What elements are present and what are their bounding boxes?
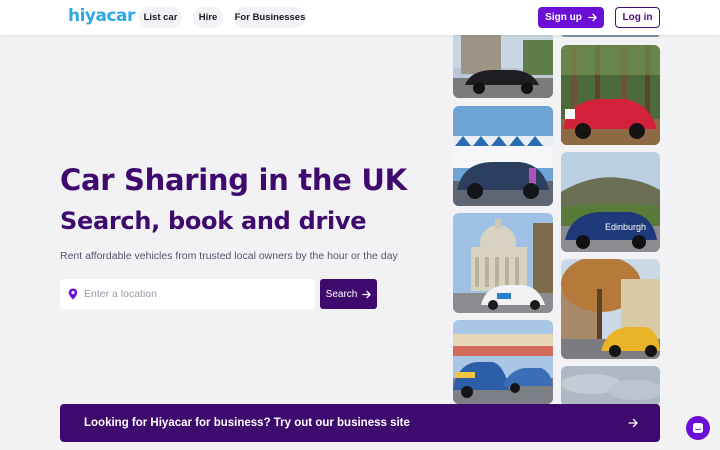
location-input[interactable]: [84, 288, 294, 300]
gallery-photo-edinburgh-car: Edinburgh: [561, 152, 660, 252]
business-site-banner[interactable]: Looking for Hiyacar for business? Try ou…: [60, 404, 660, 442]
hero-subtitle: Search, book and drive: [60, 207, 367, 235]
arrow-right-icon: [588, 13, 597, 22]
nav-hire[interactable]: Hire: [193, 7, 223, 28]
hiyacar-logo[interactable]: hiyacar: [68, 6, 135, 26]
top-navigation-bar: hiyacar List car Hire For Businesses Sig…: [0, 0, 720, 35]
hero-title: Car Sharing in the UK: [60, 163, 407, 197]
gallery-photo-blue-car-beach-huts: [453, 106, 553, 206]
nav-list-car[interactable]: List car: [139, 7, 182, 28]
map-pin-icon: [68, 288, 78, 300]
arrow-right-icon: [628, 418, 638, 428]
location-search-box: [60, 279, 315, 309]
business-banner-text: Looking for Hiyacar for business? Try ou…: [84, 417, 410, 429]
sign-up-label: Sign up: [545, 12, 582, 23]
search-button[interactable]: Search: [320, 279, 377, 309]
hero-description: Rent affordable vehicles from trusted lo…: [60, 250, 398, 262]
gallery-photo-red-car-forest: [561, 45, 660, 145]
arrow-right-icon: [362, 290, 372, 298]
edinburgh-car-label: Edinburgh: [605, 222, 646, 232]
chat-icon: [693, 423, 703, 433]
gallery-photo-cloudy-sky: [561, 366, 660, 406]
gallery-photo-blue-cars-street: [453, 320, 553, 404]
nav-for-businesses[interactable]: For Businesses: [234, 7, 306, 28]
sign-up-button[interactable]: Sign up: [538, 7, 604, 28]
gallery-photo-yellow-car-tree: [561, 259, 660, 359]
gallery-photo-white-car-st-pauls: [453, 213, 553, 313]
search-button-label: Search: [325, 288, 358, 300]
log-in-button[interactable]: Log in: [615, 7, 660, 28]
gallery-photo-black-suv: [453, 30, 553, 98]
chat-launcher-button[interactable]: [686, 416, 710, 440]
